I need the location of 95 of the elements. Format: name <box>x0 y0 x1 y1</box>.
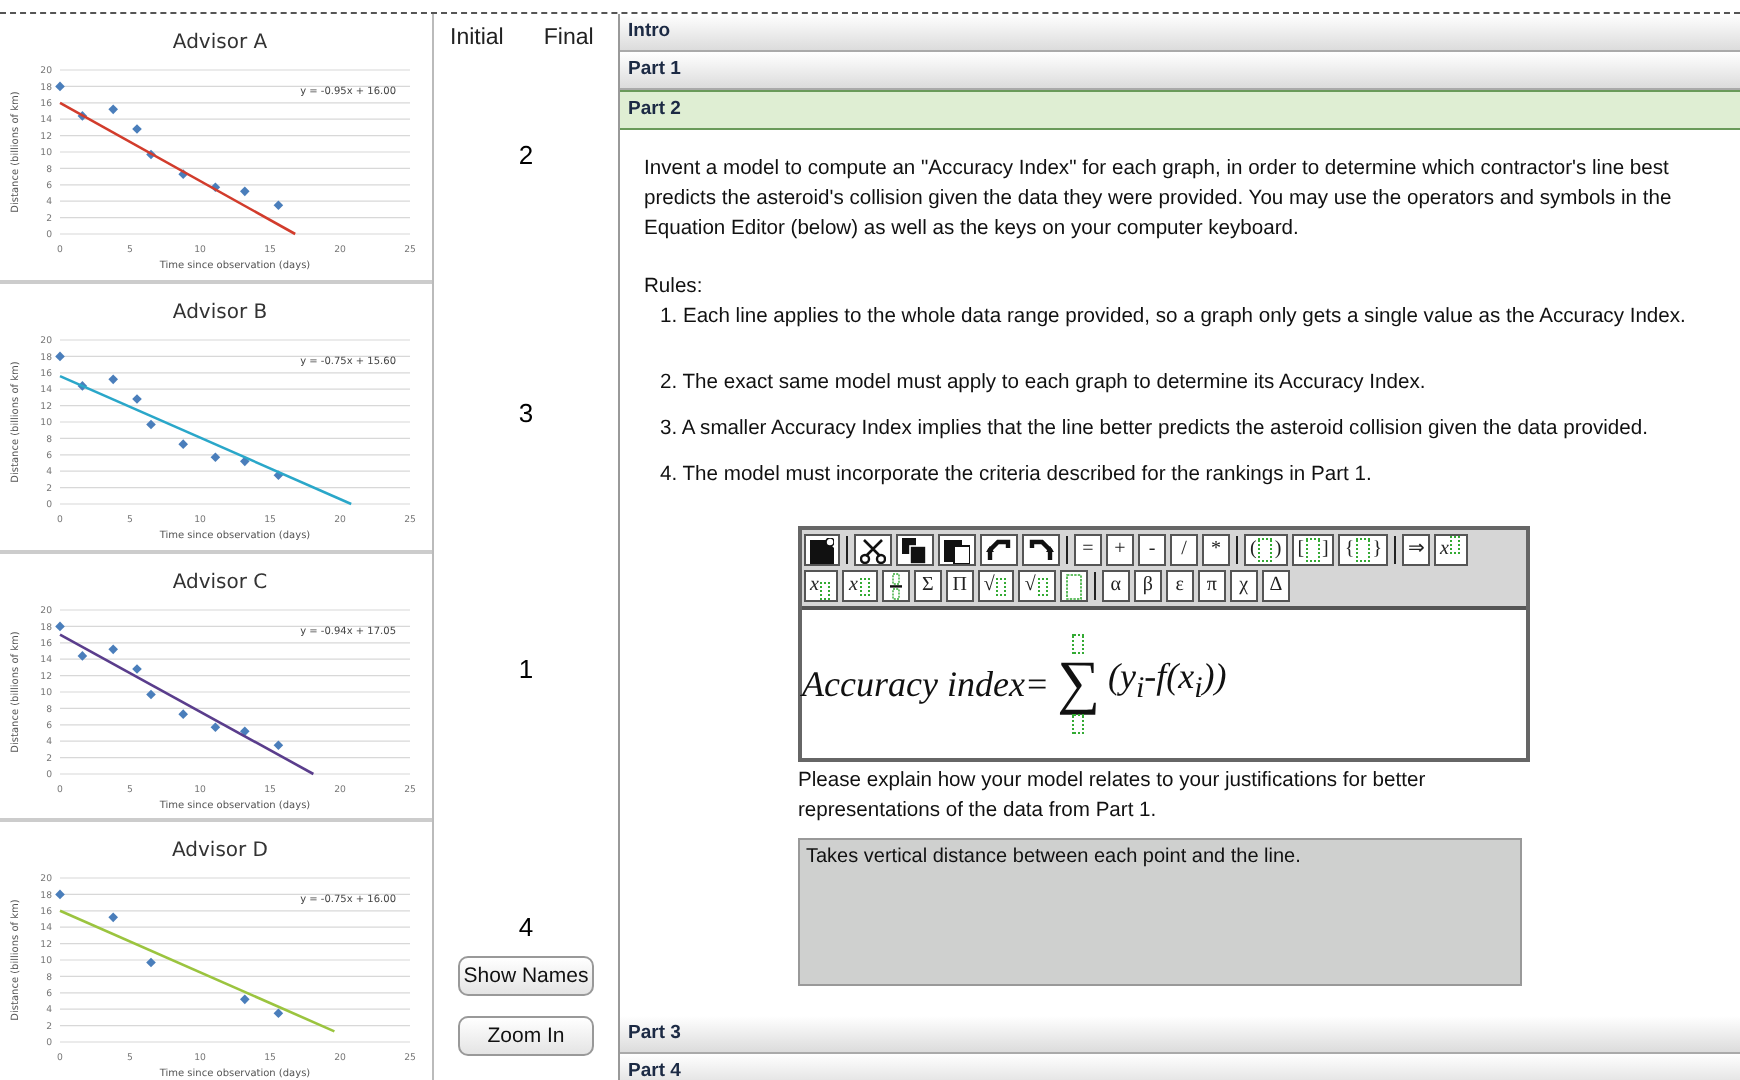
data-point <box>210 182 221 193</box>
placeholder-icon <box>1065 573 1082 599</box>
subsuperscript-button[interactable]: x <box>842 570 878 602</box>
data-point <box>240 456 250 466</box>
rule-text: 2. The exact same model must apply to each graph to determine its Accuracy Index. <box>658 370 1428 398</box>
data-point <box>55 890 65 900</box>
action-button[interactable]: Show Names <box>458 955 594 996</box>
data-point <box>210 451 221 462</box>
toolbar-button[interactable]: χ <box>1229 570 1258 602</box>
answer-field[interactable]: Takes vertical distance between each point and the line. <box>798 838 1522 986</box>
toolbar-button[interactable]: { } <box>1338 534 1388 566</box>
data-point <box>55 620 65 631</box>
rule-text: 4. The model must incorporate the criteria described for the rankings in Part 1. <box>658 462 1374 490</box>
data-point <box>146 958 156 968</box>
accordion-header[interactable]: Part 1 <box>620 52 1740 90</box>
toolbar-button[interactable]: ( ) <box>1244 534 1288 566</box>
toolbar-button[interactable]: β <box>1133 570 1162 602</box>
column-header: Initial <box>450 26 504 54</box>
data-point <box>273 200 284 211</box>
toolbar-button[interactable]: / <box>1170 534 1198 566</box>
placeholder-button[interactable] <box>1059 570 1088 602</box>
data-point <box>108 913 118 923</box>
rule-text: 1. Each line applies to the whole data range provided, so a graph only gets a single value as the Accuracy Index. <box>658 304 1688 332</box>
cut-button[interactable] <box>854 534 892 566</box>
scissors-icon <box>860 537 886 563</box>
rank-value: 3 <box>518 397 534 428</box>
data-point <box>108 643 118 654</box>
accordion-header[interactable]: Part 3 <box>620 1016 1740 1054</box>
toolbar-button[interactable]: Π <box>945 570 974 602</box>
data-point <box>77 650 88 660</box>
data-point <box>178 169 188 179</box>
toolbar-button[interactable]: + <box>1106 534 1134 566</box>
superscript-button[interactable]: x <box>1434 534 1469 566</box>
rules-heading: Rules: <box>644 274 705 302</box>
data-point <box>146 149 156 160</box>
paste-button[interactable] <box>938 534 976 566</box>
fraction-icon <box>889 572 902 600</box>
data-point <box>273 1009 284 1019</box>
fraction-button[interactable] <box>881 570 910 602</box>
toolbar-button[interactable]: * <box>1202 534 1230 566</box>
chart-title: Advisor A <box>172 32 268 54</box>
data-point <box>273 470 284 480</box>
data-point <box>210 721 221 732</box>
copy-icon <box>902 537 928 563</box>
accordion-header[interactable]: Part 4 <box>620 1054 1740 1080</box>
square-root-button[interactable]: √ <box>1018 570 1056 602</box>
data-point <box>178 708 188 718</box>
toolbar-button[interactable]: α <box>1101 570 1130 602</box>
data-point <box>240 725 250 736</box>
data-point <box>132 124 142 134</box>
data-point <box>132 663 142 673</box>
data-point <box>132 393 142 404</box>
accordion-header[interactable]: Intro <box>620 14 1740 52</box>
redo-icon <box>1028 537 1054 563</box>
chart-title: Advisor B <box>172 301 268 324</box>
rank-value: 4 <box>518 911 534 942</box>
chart-title: Advisor D <box>171 840 269 863</box>
data-point <box>108 104 118 115</box>
clipboard-icon <box>944 537 970 563</box>
rule-text: 3. A smaller Accuracy Index implies that the line better predicts the asteroid collision given the data provided. <box>658 416 1650 444</box>
data-point <box>146 688 156 699</box>
new-button[interactable] <box>804 534 840 566</box>
question-text: Please explain how your model relates to your justifications for better representations of the data from Part 1. <box>798 768 1428 826</box>
rank-value: 2 <box>518 140 534 171</box>
column-header: Final <box>543 26 594 54</box>
toolbar-button[interactable]: ε <box>1165 570 1194 602</box>
data-point <box>273 739 284 750</box>
undo-icon <box>986 537 1012 563</box>
chart-title: Advisor C <box>172 571 268 593</box>
toolbar-button[interactable]: [ ] <box>1291 534 1335 566</box>
data-point <box>146 419 156 429</box>
redo-button[interactable] <box>1022 534 1060 566</box>
data-point <box>108 374 118 384</box>
data-point <box>77 111 88 121</box>
instructions-text: Invent a model to compute an "Accuracy Index" for each graph, in order to determine which contractor's line best predicts the asteroid's collision given the data they were provided. You may use the operators and symbols in the Equation Editor (below) as well as the keys on your computer keyboard. <box>644 156 1674 244</box>
toolbar-button[interactable]: ⇒ <box>1402 534 1430 566</box>
document-icon <box>810 537 834 563</box>
toolbar-button[interactable]: = <box>1074 534 1102 566</box>
data-point <box>55 351 65 361</box>
rank-value: 1 <box>518 654 534 685</box>
subscript-button[interactable]: x <box>804 570 839 602</box>
nth-root-button[interactable]: √ <box>977 570 1015 602</box>
data-point <box>55 81 65 92</box>
undo-button[interactable] <box>980 534 1018 566</box>
toolbar-button[interactable]: Δ <box>1261 570 1290 602</box>
toolbar-button[interactable]: Σ <box>913 570 942 602</box>
toolbar-button[interactable]: - <box>1138 534 1166 566</box>
data-point <box>77 380 88 391</box>
copy-button[interactable] <box>896 534 934 566</box>
action-button[interactable]: Zoom In <box>458 1015 594 1056</box>
accordion-header[interactable]: Part 2 <box>620 90 1740 130</box>
data-point <box>240 186 250 197</box>
data-point <box>240 995 250 1005</box>
data-point <box>178 438 188 449</box>
toolbar-button[interactable]: π <box>1197 570 1226 602</box>
